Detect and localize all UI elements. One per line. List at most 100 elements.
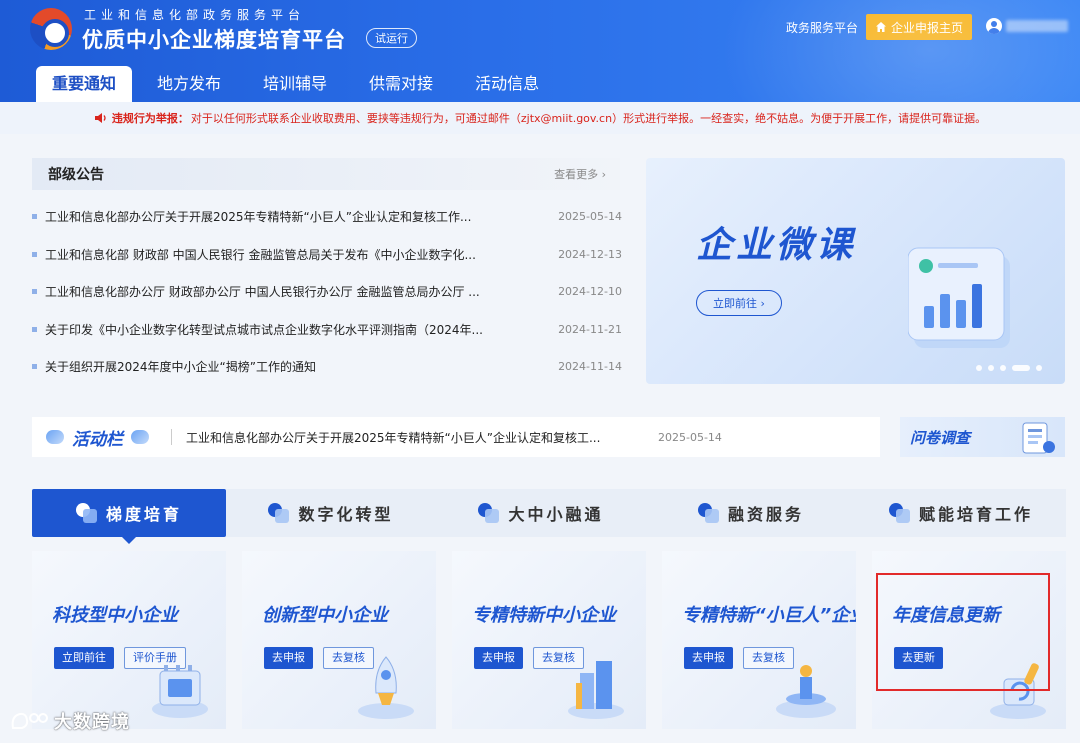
announcement-date: 2024-12-10 (558, 285, 622, 299)
chart-icon (268, 503, 290, 523)
chat-bubble-icon (131, 430, 149, 444)
gov-service-link[interactable]: 政务服务平台 (786, 19, 858, 36)
carousel-dot-active[interactable] (1012, 365, 1030, 371)
announcement-text[interactable]: 工业和信息化部 财政部 中国人民银行 金融监管总局关于发布《中小企业数字化... (45, 246, 513, 263)
bullet-icon (32, 214, 37, 220)
category-label: 融资服务 (727, 505, 804, 524)
announcement-text[interactable]: 关于组织开展2024年度中小企业“揭榜”工作的通知 (45, 358, 513, 375)
announcement-date: 2024-11-14 (558, 360, 622, 374)
card-title: 专精特新“小巨人”企业 (682, 605, 856, 626)
category-tab-gradient-cultivation[interactable]: 梯度培育 (32, 489, 226, 544)
beta-badge: 试运行 (366, 28, 417, 48)
announcement-list: 工业和信息化部办公厅关于开展2025年专精特新“小巨人”企业认定和复核工作...… (32, 198, 622, 386)
annotation-highlight-box (876, 573, 1050, 691)
survey-entry[interactable]: 问卷调查 (900, 417, 1065, 457)
announcement-text[interactable]: 工业和信息化部办公厅关于开展2025年专精特新“小巨人”企业认定和复核工作... (45, 208, 513, 225)
site-logo[interactable] (30, 8, 72, 50)
activity-bar: 活动栏 工业和信息化部办公厅关于开展2025年专精特新“小巨人”企业认定和复核工… (32, 417, 880, 457)
banner-title: 企业微课 (696, 225, 857, 266)
survey-clipboard-icon (1022, 422, 1055, 454)
announcement-item[interactable]: 工业和信息化部办公厅 财政部办公厅 中国人民银行办公厅 金融监管总局办公厅 ..… (32, 273, 622, 311)
speaker-icon (94, 113, 106, 123)
enterprise-microcourse-banner[interactable]: 企业微课 立即前往 › (646, 158, 1065, 384)
announcement-item[interactable]: 关于印发《中小企业数字化转型试点城市试点企业数字化水平评测指南（2024年...… (32, 311, 622, 349)
money-icon (697, 503, 720, 523)
category-label: 赋能培育工作 (918, 505, 1033, 524)
activity-date: 2025-05-14 (658, 430, 722, 444)
card-innovative-sme[interactable]: 创新型中小企业 去申报 去复核 (242, 551, 436, 729)
site-header: 工业和信息化部政务服务平台 优质中小企业梯度培育平台 试运行 政务服务平台 企业… (0, 0, 1080, 102)
apply-button[interactable]: 去申报 (264, 647, 313, 669)
announcement-text[interactable]: 关于印发《中小企业数字化转型试点城市试点企业数字化水平评测指南（2024年... (45, 321, 513, 338)
announcement-item[interactable]: 工业和信息化部 财政部 中国人民银行 金融监管总局关于发布《中小企业数字化...… (32, 236, 622, 274)
site-title[interactable]: 优质中小企业梯度培育平台 (82, 24, 346, 54)
bullet-icon (32, 364, 37, 370)
chip-illustration-icon (152, 665, 208, 718)
announcement-date: 2024-11-21 (558, 322, 622, 336)
home-icon (875, 22, 886, 32)
divider (171, 429, 172, 445)
announcement-title: 部级公告 (48, 167, 104, 183)
carousel-dot[interactable] (1000, 365, 1006, 371)
card-title: 科技型中小企业 (52, 605, 178, 626)
category-tabs: 梯度培育 数字化转型 大中小融通 融资服务 赋能培育工作 (32, 489, 1066, 544)
activity-label: 活动栏 (72, 429, 123, 450)
user-avatar-icon[interactable] (986, 18, 1002, 34)
announcement-date: 2025-05-14 (558, 210, 622, 224)
trophy-platform-illustration-icon (776, 665, 836, 718)
card-tech-sme[interactable]: 科技型中小企业 立即前往 评价手册 (32, 551, 226, 729)
carousel-dot[interactable] (976, 365, 982, 371)
watermark-text: 大数跨境 (54, 712, 130, 733)
card-title: 创新型中小企业 (262, 605, 388, 626)
bullet-icon (32, 289, 37, 295)
banner-go-button[interactable]: 立即前往 › (696, 290, 782, 316)
carousel-dots (976, 365, 1042, 371)
category-tab-digital-transformation[interactable]: 数字化转型 (226, 489, 436, 537)
category-tab-integration[interactable]: 大中小融通 (436, 489, 646, 537)
notice-label: 违规行为举报： (111, 112, 189, 125)
user-name-blurred[interactable] (1006, 20, 1068, 32)
main-nav: 重要通知 地方发布 培训辅导 供需对接 活动信息 (36, 66, 564, 102)
announcement-text[interactable]: 工业和信息化部办公厅 财政部办公厅 中国人民银行办公厅 金融监管总局办公厅 ..… (45, 283, 513, 300)
violation-notice-bar: 违规行为举报： 对于以任何形式联系企业收取费用、要挟等违规行为，可通过邮件（zj… (0, 102, 1080, 134)
carousel-dot[interactable] (1036, 365, 1042, 371)
building-illustration-icon (568, 661, 624, 719)
announcement-date: 2024-12-13 (558, 247, 622, 261)
go-now-button[interactable]: 立即前往 (54, 647, 114, 669)
card-little-giant[interactable]: 专精特新“小巨人”企业 去申报 去复核 (662, 551, 856, 729)
rocket-illustration-icon (358, 656, 414, 719)
nav-tab-local-release[interactable]: 地方发布 (140, 66, 238, 102)
nav-tab-training[interactable]: 培训辅导 (246, 66, 344, 102)
nav-tab-important-notice[interactable]: 重要通知 (36, 66, 133, 102)
nav-tab-activity-info[interactable]: 活动信息 (458, 66, 556, 102)
category-tab-financing[interactable]: 融资服务 (646, 489, 856, 537)
announcement-item[interactable]: 工业和信息化部办公厅关于开展2025年专精特新“小巨人”企业认定和复核工作...… (32, 198, 622, 236)
view-more-link[interactable]: 查看更多 › (554, 166, 606, 182)
notice-text: 对于以任何形式联系企业收取费用、要挟等违规行为，可通过邮件（zjtx@miit.… (190, 112, 987, 125)
chat-bubble-icon (46, 430, 64, 444)
ladder-icon (75, 503, 98, 523)
training-icon (888, 503, 911, 523)
category-label: 大中小融通 (508, 505, 604, 524)
category-label: 梯度培育 (105, 505, 182, 524)
enterprise-home-button[interactable]: 企业申报主页 (866, 14, 972, 40)
bullet-icon (32, 326, 37, 332)
survey-label: 问卷调查 (910, 428, 971, 447)
card-specialized-sme[interactable]: 专精特新中小企业 去申报 去复核 (452, 551, 646, 729)
activity-text[interactable]: 工业和信息化部办公厅关于开展2025年专精特新“小巨人”企业认定和复核工... (186, 429, 642, 446)
category-tab-empowerment[interactable]: 赋能培育工作 (856, 489, 1066, 537)
apply-button[interactable]: 去申报 (684, 647, 733, 669)
bullet-icon (32, 251, 37, 257)
enterprise-home-label: 企业申报主页 (890, 20, 963, 35)
card-title: 专精特新中小企业 (472, 605, 616, 626)
apply-button[interactable]: 去申报 (474, 647, 523, 669)
nav-tab-supply-demand[interactable]: 供需对接 (352, 66, 450, 102)
watermark-logo-icon (11, 712, 48, 729)
org-name: 工业和信息化部政务服务平台 (84, 8, 306, 22)
category-label: 数字化转型 (298, 505, 394, 524)
watermark: 大数跨境 (10, 708, 130, 734)
carousel-dot[interactable] (988, 365, 994, 371)
announcement-item[interactable]: 关于组织开展2024年度中小企业“揭榜”工作的通知 2024-11-14 (32, 348, 622, 386)
announcement-header: 部级公告 查看更多 › (32, 158, 620, 190)
bar-chart-illustration-icon (908, 247, 1010, 348)
